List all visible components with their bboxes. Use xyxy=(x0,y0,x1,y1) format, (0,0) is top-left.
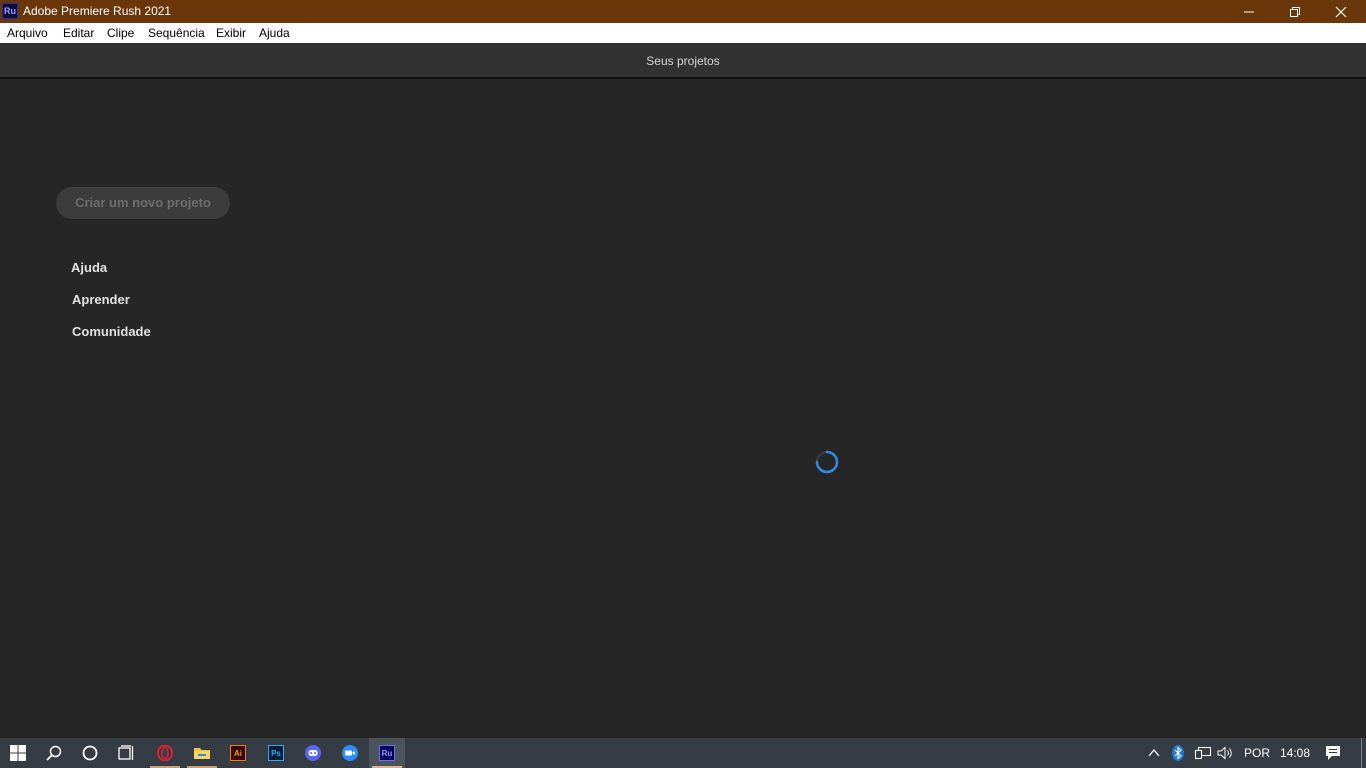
taskbar-app-premiere-rush[interactable]: Ru xyxy=(369,738,405,768)
search-button[interactable] xyxy=(36,738,72,768)
language-indicator[interactable]: POR xyxy=(1244,746,1270,760)
menu-sequencia[interactable]: Sequência xyxy=(148,26,205,40)
menu-bar: Arquivo Editar Clipe Sequência Exibir Aj… xyxy=(0,23,1366,43)
title-bar: Ru Adobe Premiere Rush 2021 xyxy=(0,0,1366,23)
menu-arquivo[interactable]: Arquivo xyxy=(7,26,48,40)
help-link[interactable]: Ajuda xyxy=(71,260,107,275)
zoom-icon xyxy=(342,745,358,761)
show-desktop-button[interactable] xyxy=(1361,738,1366,768)
taskbar-app-discord[interactable] xyxy=(295,738,331,768)
bluetooth-icon xyxy=(1172,745,1184,761)
network-button[interactable] xyxy=(1192,738,1214,768)
chevron-up-icon xyxy=(1148,748,1160,757)
taskbar-app-zoom[interactable] xyxy=(332,738,368,768)
task-view-button[interactable] xyxy=(108,738,144,768)
taskbar-app-photoshop[interactable]: Ps xyxy=(258,738,294,768)
task-view-icon xyxy=(118,745,134,760)
illustrator-icon: Ai xyxy=(230,745,246,761)
start-button[interactable] xyxy=(0,738,36,768)
taskbar-app-file-explorer[interactable] xyxy=(184,738,220,768)
menu-clipe[interactable]: Clipe xyxy=(107,26,134,40)
action-center-button[interactable] xyxy=(1318,738,1348,768)
opera-icon xyxy=(157,745,173,761)
file-explorer-icon xyxy=(194,748,210,759)
search-icon xyxy=(46,745,62,761)
taskbar-app-opera[interactable] xyxy=(147,738,183,768)
network-icon xyxy=(1194,746,1212,760)
close-button[interactable] xyxy=(1318,0,1364,23)
clock[interactable]: 14:08 xyxy=(1280,746,1310,760)
discord-icon xyxy=(305,745,321,761)
minimize-icon xyxy=(1244,11,1254,13)
show-hidden-icons-button[interactable] xyxy=(1144,738,1164,768)
volume-button[interactable] xyxy=(1215,738,1237,768)
loading-spinner-icon xyxy=(815,450,839,474)
restore-button[interactable] xyxy=(1272,0,1318,23)
minimize-button[interactable] xyxy=(1226,0,1272,23)
learn-link[interactable]: Aprender xyxy=(72,292,130,307)
community-link[interactable]: Comunidade xyxy=(72,324,151,339)
premiere-rush-app-icon: Ru xyxy=(2,3,18,19)
projects-header: Seus projetos xyxy=(0,43,1366,79)
menu-exibir[interactable]: Exibir xyxy=(216,26,246,40)
create-new-project-button[interactable]: Criar um novo projeto xyxy=(56,187,230,219)
menu-ajuda[interactable]: Ajuda xyxy=(259,26,290,40)
volume-icon xyxy=(1217,746,1232,760)
close-icon xyxy=(1335,6,1347,18)
premiere-rush-icon: Ru xyxy=(379,745,395,761)
notifications-icon xyxy=(1326,746,1340,760)
photoshop-icon: Ps xyxy=(268,745,284,761)
bluetooth-button[interactable] xyxy=(1168,738,1188,768)
windows-logo-icon xyxy=(10,745,26,761)
cortana-icon xyxy=(82,745,98,761)
window-title: Adobe Premiere Rush 2021 xyxy=(23,4,172,18)
cortana-button[interactable] xyxy=(72,738,108,768)
menu-editar[interactable]: Editar xyxy=(63,26,94,40)
page-title: Seus projetos xyxy=(646,54,720,68)
restore-icon xyxy=(1290,7,1300,17)
taskbar-app-illustrator[interactable]: Ai xyxy=(220,738,256,768)
taskbar: Ai Ps Ru POR 14:08 xyxy=(0,738,1366,768)
